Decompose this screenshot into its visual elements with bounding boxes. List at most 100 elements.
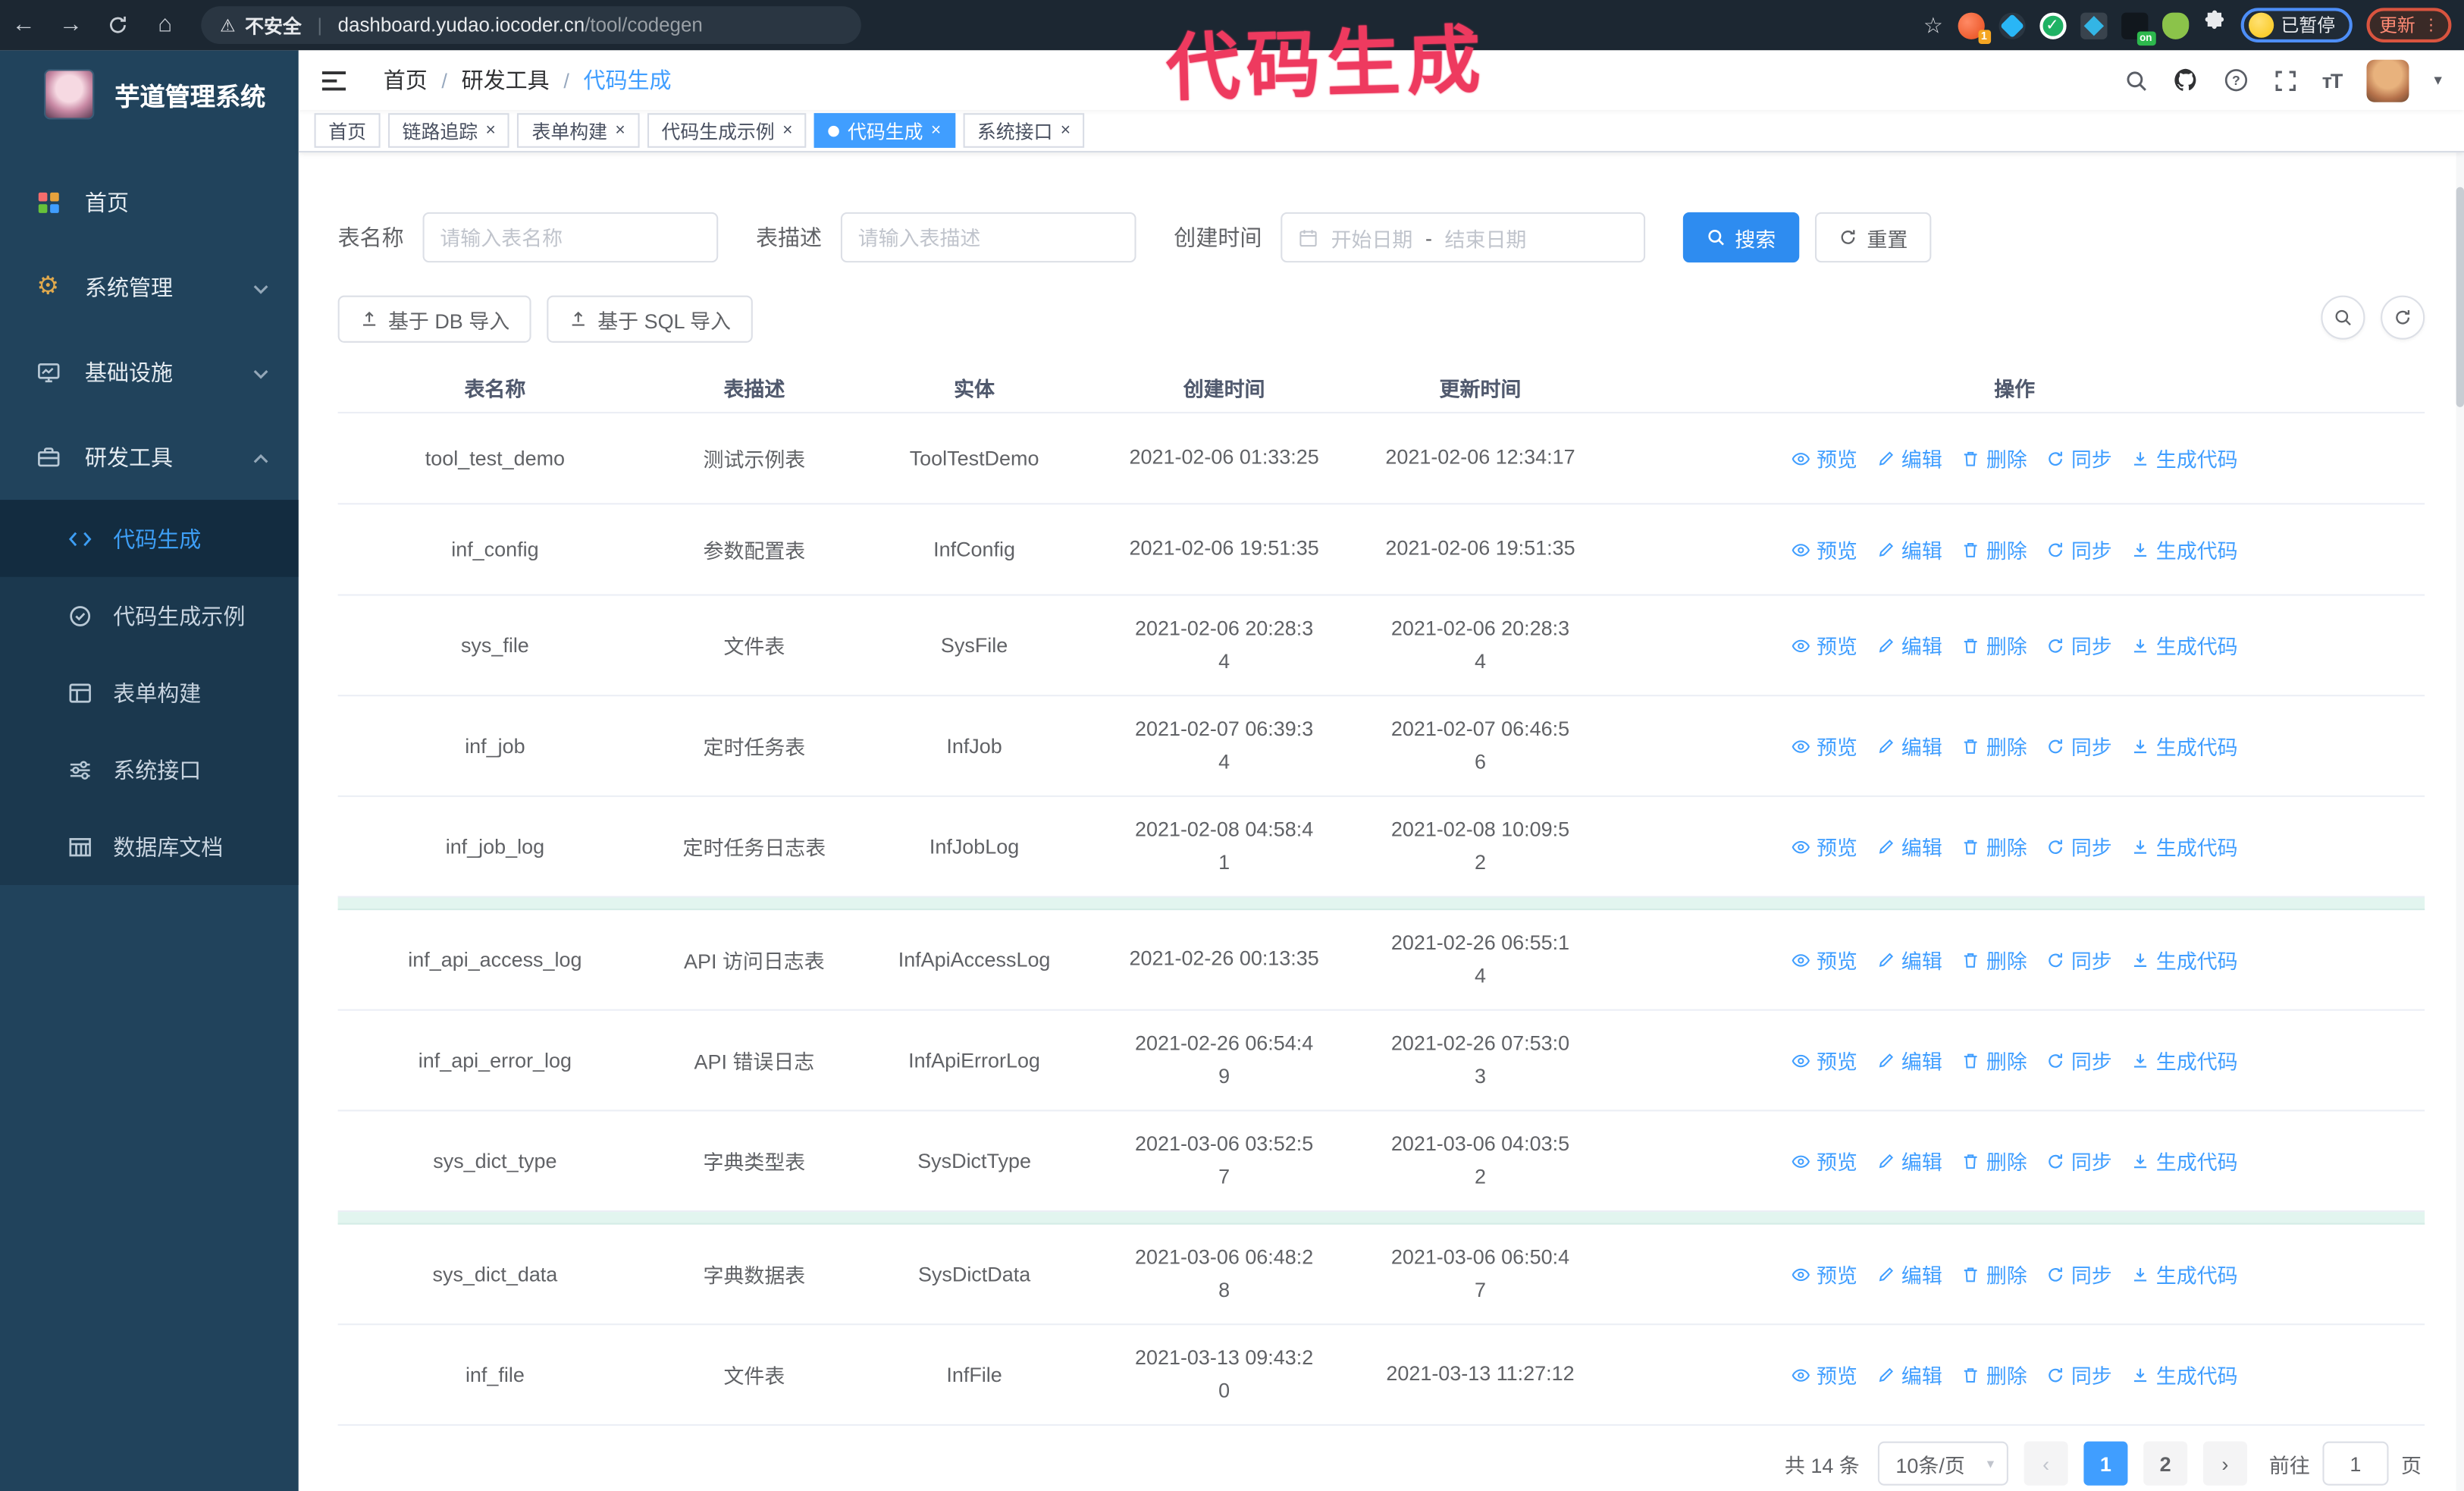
row-action-generate-code[interactable]: 生成代码	[2131, 535, 2238, 564]
row-action-preview[interactable]: 预览	[1792, 1360, 1857, 1389]
extension-check-icon[interactable]: ✓	[2039, 11, 2066, 39]
row-action-preview[interactable]: 预览	[1792, 831, 1857, 861]
row-action-preview[interactable]: 预览	[1792, 535, 1857, 564]
sidebar-item-1[interactable]: ⚙ 系统管理	[0, 245, 299, 330]
toggle-search-button[interactable]	[2321, 295, 2365, 340]
page-button-2[interactable]: 2	[2143, 1441, 2188, 1486]
row-action-sync[interactable]: 同步	[2046, 1045, 2112, 1075]
row-action-generate-code[interactable]: 生成代码	[2131, 831, 2238, 861]
extension-grid-icon[interactable]	[2080, 11, 2107, 39]
extension-gem-icon[interactable]	[1998, 11, 2025, 39]
row-action-delete[interactable]: 删除	[1961, 1146, 2027, 1176]
page-scrollbar[interactable]	[2456, 100, 2464, 1491]
row-action-sync[interactable]: 同步	[2046, 731, 2112, 761]
user-avatar[interactable]	[2366, 58, 2409, 102]
bookmark-star-icon[interactable]: ☆	[1923, 12, 1943, 39]
row-action-generate-code[interactable]: 生成代码	[2131, 1360, 2238, 1389]
row-action-sync[interactable]: 同步	[2046, 1146, 2112, 1176]
goto-page-input[interactable]	[2322, 1441, 2389, 1486]
row-action-sync[interactable]: 同步	[2046, 1360, 2112, 1389]
import-db-button[interactable]: 基于 DB 导入	[337, 295, 532, 343]
tab-代码生成示例[interactable]: 代码生成示例 ×	[647, 113, 807, 148]
prev-page-button[interactable]: ‹	[2024, 1441, 2068, 1486]
import-sql-button[interactable]: 基于 SQL 导入	[547, 295, 753, 343]
row-action-preview[interactable]: 预览	[1792, 630, 1857, 660]
scrollbar-thumb[interactable]	[2456, 187, 2464, 407]
next-page-button[interactable]: ›	[2202, 1441, 2247, 1486]
row-action-delete[interactable]: 删除	[1961, 535, 2027, 564]
row-action-sync[interactable]: 同步	[2046, 945, 2112, 975]
row-action-edit[interactable]: 编辑	[1876, 1045, 1942, 1075]
sidebar-item-2[interactable]: 基础设施	[0, 330, 299, 415]
breadcrumb-item-0[interactable]: 首页	[384, 64, 428, 96]
row-action-delete[interactable]: 删除	[1961, 630, 2027, 660]
close-tab-icon[interactable]: ×	[1061, 121, 1071, 140]
table-name-input[interactable]	[422, 212, 719, 263]
sidebar-subitem-0[interactable]: 代码生成	[0, 500, 299, 577]
row-action-delete[interactable]: 删除	[1961, 945, 2027, 975]
extensions-puzzle-icon[interactable]	[2202, 9, 2226, 40]
extension-dark-icon[interactable]: on	[2121, 11, 2155, 46]
extension-green-icon[interactable]	[2161, 11, 2189, 39]
search-button[interactable]: 搜索	[1682, 212, 1800, 263]
row-action-delete[interactable]: 删除	[1961, 1360, 2027, 1389]
close-tab-icon[interactable]: ×	[782, 121, 792, 140]
browser-reload-icon[interactable]	[94, 0, 141, 50]
browser-home-icon[interactable]: ⌂	[142, 0, 189, 50]
row-action-delete[interactable]: 删除	[1961, 831, 2027, 861]
close-tab-icon[interactable]: ×	[615, 121, 625, 140]
tab-链路追踪[interactable]: 链路追踪 ×	[387, 113, 510, 148]
row-action-generate-code[interactable]: 生成代码	[2131, 1259, 2238, 1289]
browser-back-icon[interactable]: ←	[0, 0, 47, 50]
row-action-generate-code[interactable]: 生成代码	[2131, 1146, 2238, 1176]
date-range-picker[interactable]: 开始日期 - 结束日期	[1281, 212, 1646, 263]
logo-row[interactable]: 芋道管理系统	[0, 50, 299, 138]
sidebar-subitem-2[interactable]: 表单构建	[0, 654, 299, 731]
table-desc-input[interactable]	[840, 212, 1136, 263]
tab-系统接口[interactable]: 系统接口 ×	[963, 113, 1085, 148]
row-action-edit[interactable]: 编辑	[1876, 945, 1942, 975]
sidebar-item-3[interactable]: 研发工具	[0, 415, 299, 500]
tab-代码生成[interactable]: 代码生成 ×	[814, 113, 955, 148]
close-tab-icon[interactable]: ×	[486, 121, 496, 140]
row-action-preview[interactable]: 预览	[1792, 1259, 1857, 1289]
browser-profile-chip[interactable]: 已暂停	[2240, 8, 2353, 42]
browser-update-button[interactable]: 更新 ⋮	[2366, 8, 2452, 42]
row-action-edit[interactable]: 编辑	[1876, 535, 1942, 564]
help-icon[interactable]: ?	[2223, 67, 2248, 93]
font-size-icon[interactable]: ᴛT	[2322, 68, 2343, 92]
user-caret-down-icon[interactable]: ▾	[2434, 71, 2442, 89]
row-action-edit[interactable]: 编辑	[1876, 1360, 1942, 1389]
search-icon[interactable]	[2124, 68, 2148, 92]
row-action-sync[interactable]: 同步	[2046, 1259, 2112, 1289]
row-action-delete[interactable]: 删除	[1961, 731, 2027, 761]
row-action-generate-code[interactable]: 生成代码	[2131, 444, 2238, 473]
row-action-edit[interactable]: 编辑	[1876, 731, 1942, 761]
row-action-edit[interactable]: 编辑	[1876, 1259, 1942, 1289]
page-size-select[interactable]: 10条/页 ▾	[1878, 1441, 2008, 1486]
row-action-preview[interactable]: 预览	[1792, 1045, 1857, 1075]
row-action-delete[interactable]: 删除	[1961, 444, 2027, 473]
refresh-table-button[interactable]	[2381, 295, 2425, 340]
row-action-edit[interactable]: 编辑	[1876, 630, 1942, 660]
row-action-generate-code[interactable]: 生成代码	[2131, 1045, 2238, 1075]
row-action-delete[interactable]: 删除	[1961, 1259, 2027, 1289]
row-action-sync[interactable]: 同步	[2046, 444, 2112, 473]
fullscreen-icon[interactable]	[2273, 68, 2296, 92]
row-action-sync[interactable]: 同步	[2046, 535, 2112, 564]
sidebar-item-0[interactable]: 首页	[0, 160, 299, 245]
page-button-1[interactable]: 1	[2083, 1441, 2128, 1486]
tab-表单构建[interactable]: 表单构建 ×	[517, 113, 640, 148]
breadcrumb-item-1[interactable]: 研发工具	[462, 64, 550, 96]
github-icon[interactable]	[2173, 67, 2198, 93]
row-action-preview[interactable]: 预览	[1792, 945, 1857, 975]
sidebar-subitem-3[interactable]: 系统接口	[0, 731, 299, 808]
row-action-delete[interactable]: 删除	[1961, 1045, 2027, 1075]
address-bar[interactable]: ⚠ 不安全 | dashboard.yudao.iocoder.cn/tool/…	[201, 6, 861, 45]
row-action-preview[interactable]: 预览	[1792, 1146, 1857, 1176]
row-action-edit[interactable]: 编辑	[1876, 831, 1942, 861]
sidebar-subitem-4[interactable]: 数据库文档	[0, 808, 299, 885]
row-action-edit[interactable]: 编辑	[1876, 444, 1942, 473]
row-action-sync[interactable]: 同步	[2046, 630, 2112, 660]
close-tab-icon[interactable]: ×	[931, 121, 941, 140]
